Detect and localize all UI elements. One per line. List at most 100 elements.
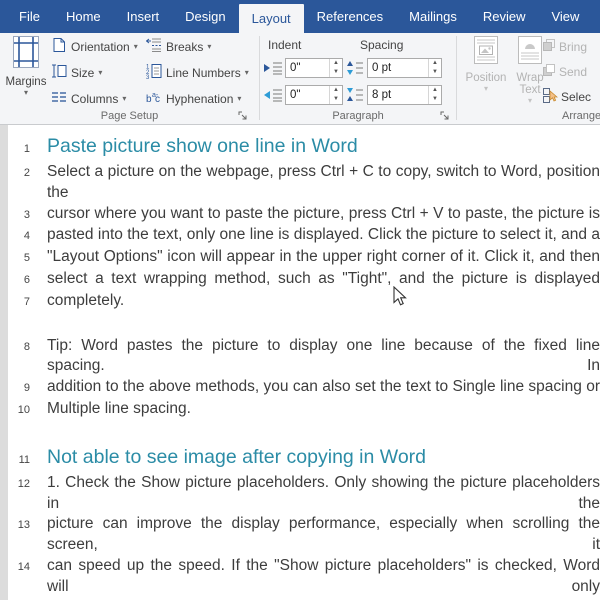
- bring-forward-button: Bring: [542, 35, 587, 59]
- spinner-up-icon[interactable]: ▲: [330, 86, 342, 95]
- spinner-down-icon[interactable]: ▼: [330, 68, 342, 77]
- orientation-label: Orientation: [71, 40, 130, 54]
- spacing-after-input[interactable]: 8 pt ▲ ▼: [367, 85, 442, 105]
- indent-right-input[interactable]: 0" ▲ ▼: [285, 85, 343, 105]
- send-backward-button: Send: [542, 60, 587, 84]
- heading-text[interactable]: Not able to see image after copying in W…: [47, 444, 600, 470]
- spinner-up-icon[interactable]: ▲: [330, 59, 342, 68]
- line-text[interactable]: cursor where you want to paste the pictu…: [47, 204, 600, 225]
- indent-left-input[interactable]: 0" ▲ ▼: [285, 58, 343, 78]
- tab-home[interactable]: Home: [53, 0, 114, 33]
- heading-text[interactable]: Paste picture show one line in Word: [47, 133, 600, 159]
- group-page-setup: Margins ▾ Orientation ▾ Size ▾ Columns ▾…: [0, 33, 259, 124]
- document-line: 14 can speed up the speed. If the "Show p…: [8, 556, 600, 598]
- line-number: 9: [23, 382, 30, 395]
- tab-design[interactable]: Design: [172, 0, 238, 33]
- breaks-button[interactable]: Breaks ▾: [145, 36, 211, 58]
- tab-review[interactable]: Review: [470, 0, 539, 33]
- columns-label: Columns: [71, 92, 119, 106]
- wrap-text-icon: [517, 36, 543, 69]
- spacing-before-input[interactable]: 0 pt ▲ ▼: [367, 58, 442, 78]
- line-text[interactable]: 1. Check the Show picture placeholders. …: [47, 473, 600, 515]
- spinner-down-icon[interactable]: ▼: [330, 95, 342, 104]
- line-text[interactable]: completely.: [47, 291, 600, 312]
- line-text[interactable]: Tip: Word pastes the picture to display …: [47, 336, 600, 378]
- line-number: 7: [23, 295, 30, 308]
- tab-help[interactable]: Help: [592, 0, 600, 33]
- tab-file[interactable]: File: [6, 0, 53, 33]
- line-text[interactable]: picture can improve the display performa…: [47, 514, 600, 556]
- dropdown-arrow-icon: ▾: [133, 42, 138, 51]
- document-area[interactable]: 1 Paste picture show one line in Word 2 S…: [0, 125, 600, 600]
- document-line: 10 Multiple line spacing.: [8, 399, 600, 421]
- paragraph: 12 1. Check the Show picture placeholders…: [8, 473, 600, 600]
- orientation-icon: [51, 37, 67, 58]
- document-line: 11 Not able to see image after copying i…: [8, 444, 600, 473]
- position-icon: [473, 36, 499, 69]
- breaks-label: Breaks: [166, 40, 204, 54]
- line-text[interactable]: can speed up the speed. If the "Show pic…: [47, 556, 600, 598]
- group-arrange: Position ▾ Wrap Text ▾ Bring Send Selec …: [457, 33, 600, 124]
- hyphenation-label: Hyphenation: [166, 92, 234, 106]
- tab-layout[interactable]: Layout: [238, 4, 304, 33]
- line-number: 13: [17, 519, 30, 532]
- page-setup-dialog-launcher-icon[interactable]: [238, 109, 249, 120]
- group-label-page-setup: Page Setup: [100, 110, 159, 122]
- document-line: 12 1. Check the Show picture placeholders…: [8, 473, 600, 515]
- line-text[interactable]: pasted into the text, only one line is d…: [47, 225, 600, 246]
- document-line: 5 "Layout Options" icon will appear in th…: [8, 247, 600, 269]
- line-number: 10: [17, 403, 30, 416]
- bring-forward-label: Bring: [559, 40, 588, 54]
- document-line: 2 Select a picture on the webpage, press …: [8, 162, 600, 204]
- tab-insert[interactable]: Insert: [114, 0, 173, 33]
- line-text[interactable]: Multiple line spacing.: [47, 399, 600, 420]
- ribbon-tab-bar: File Home Insert Design Layout Reference…: [0, 0, 600, 33]
- paragraph: 8 Tip: Word pastes the picture to display…: [8, 336, 600, 421]
- orientation-button[interactable]: Orientation ▾: [51, 36, 138, 58]
- line-text[interactable]: "Layout Options" icon will appear in the…: [47, 247, 600, 268]
- selection-pane-button[interactable]: Selec: [542, 85, 591, 109]
- line-number: 11: [18, 453, 30, 466]
- paragraph: 2 Select a picture on the webpage, press …: [8, 162, 600, 313]
- line-number: 12: [17, 477, 30, 490]
- document-line: 1 Paste picture show one line in Word: [8, 133, 600, 162]
- line-number: 3: [23, 208, 30, 221]
- spacing-after-icon: [346, 87, 366, 103]
- send-backward-label: Send: [559, 65, 588, 79]
- paragraph-dialog-launcher-icon[interactable]: [440, 109, 451, 120]
- tab-mailings[interactable]: Mailings: [396, 0, 470, 33]
- tab-view[interactable]: View: [538, 0, 592, 33]
- indent-right-icon: [263, 88, 283, 104]
- line-text[interactable]: addition to the above methods, you can a…: [47, 377, 600, 398]
- dropdown-arrow-icon: ▾: [98, 68, 103, 77]
- columns-icon: [51, 89, 67, 110]
- line-number: 14: [17, 560, 30, 573]
- spinner-down-icon[interactable]: ▼: [429, 68, 441, 77]
- mouse-cursor: [393, 285, 408, 312]
- word-window: File Home Insert Design Layout Reference…: [0, 0, 600, 600]
- size-button[interactable]: Size ▾: [51, 62, 102, 84]
- columns-button[interactable]: Columns ▾: [51, 88, 126, 110]
- selection-pane-label: Selec: [561, 90, 592, 104]
- tab-references[interactable]: References: [304, 0, 396, 33]
- indent-left-icon: [263, 61, 283, 77]
- line-text[interactable]: Select a picture on the webpage, press C…: [47, 162, 600, 204]
- margins-button[interactable]: Margins ▾: [3, 35, 49, 97]
- page-left-margin-strip: [0, 125, 8, 600]
- line-numbers-icon: 1 2 3: [146, 63, 162, 84]
- document-page[interactable]: 1 Paste picture show one line in Word 2 S…: [8, 133, 600, 600]
- dropdown-arrow-icon: ▾: [122, 94, 127, 103]
- line-numbers-label: Line Numbers: [166, 66, 241, 80]
- line-numbers-button[interactable]: 1 2 3 Line Numbers ▾: [146, 62, 249, 84]
- spinner-up-icon[interactable]: ▲: [429, 59, 441, 68]
- line-text[interactable]: select a text wrapping method, such as "…: [47, 269, 600, 290]
- selection-pane-icon: [542, 87, 559, 108]
- bring-forward-icon: [542, 38, 556, 57]
- spinner-down-icon[interactable]: ▼: [429, 95, 441, 104]
- hyphenation-button[interactable]: b a- c Hyphenation ▾: [146, 88, 241, 110]
- ribbon: Margins ▾ Orientation ▾ Size ▾ Columns ▾…: [0, 33, 600, 125]
- spinner-up-icon[interactable]: ▲: [429, 86, 441, 95]
- svg-text:3: 3: [146, 75, 150, 79]
- dropdown-arrow-icon: ▾: [483, 84, 488, 93]
- document-line: 13 picture can improve the display perfor…: [8, 514, 600, 556]
